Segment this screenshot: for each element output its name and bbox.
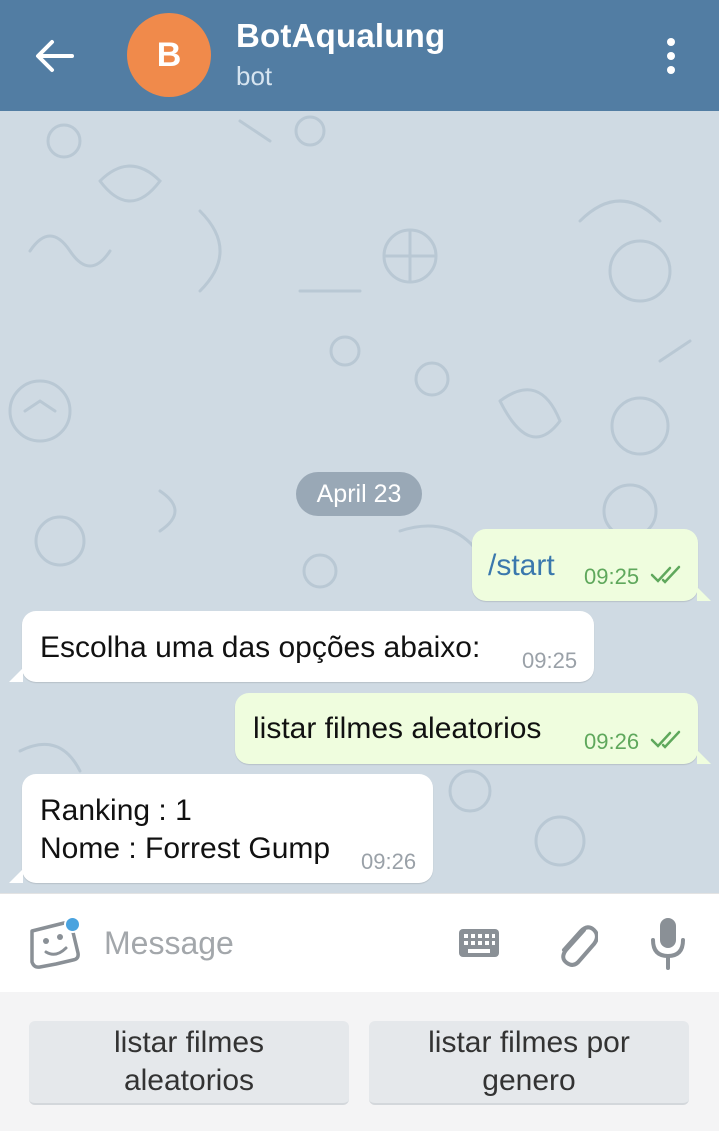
message-time: 09:25 xyxy=(584,564,640,589)
incoming-message[interactable]: Ranking : 1 Nome : Forrest Gump 09:26 xyxy=(22,774,433,883)
reply-button-line: listar filmes por xyxy=(428,1026,630,1059)
bubble-tail xyxy=(697,750,711,764)
chat-title[interactable]: BotAqualung xyxy=(236,17,445,55)
reply-button-random-movies[interactable]: listar filmes aleatorios xyxy=(29,1021,349,1105)
chat-header: B BotAqualung bot xyxy=(0,0,719,111)
bubble-tail xyxy=(9,668,23,682)
read-check-icon xyxy=(650,730,681,749)
reply-button-line: listar filmes xyxy=(113,1026,264,1059)
outgoing-message[interactable]: /start 09:25 xyxy=(472,529,698,601)
reply-keyboard: listar filmes aleatorios listar filmes p… xyxy=(0,992,719,1131)
attach-icon[interactable] xyxy=(550,916,598,968)
notification-dot xyxy=(64,916,81,933)
more-options-icon[interactable] xyxy=(656,36,686,76)
message-line: Ranking : 1 xyxy=(40,794,192,827)
message-time: 09:25 xyxy=(522,648,578,673)
message-time: 09:26 xyxy=(361,849,417,874)
message-text: Escolha uma das opções abaixo: xyxy=(40,631,481,664)
reply-button-line: genero xyxy=(482,1064,576,1097)
back-arrow-icon[interactable] xyxy=(32,36,76,76)
keyboard-icon[interactable] xyxy=(458,928,500,958)
avatar[interactable]: B xyxy=(127,13,211,97)
chat-subtitle: bot xyxy=(236,61,273,91)
reply-button-movies-by-genre[interactable]: listar filmes por genero xyxy=(369,1021,689,1105)
message-text: /start xyxy=(488,549,555,582)
mic-icon[interactable] xyxy=(648,916,688,970)
message-text: listar filmes aleatorios xyxy=(253,712,542,745)
message-line: Nome : Forrest Gump xyxy=(40,832,331,865)
message-composer: Message xyxy=(0,893,719,992)
bubble-tail xyxy=(697,587,711,601)
bubble-tail xyxy=(9,869,23,883)
date-separator: April 23 xyxy=(296,472,422,516)
message-list[interactable]: April 23 /start 09:25 Escolha uma das op… xyxy=(0,111,719,893)
incoming-message[interactable]: Escolha uma das opções abaixo: 09:25 xyxy=(22,611,594,682)
message-time: 09:26 xyxy=(584,729,640,754)
outgoing-message[interactable]: listar filmes aleatorios 09:26 xyxy=(235,693,698,764)
message-input[interactable]: Message xyxy=(104,925,234,962)
reply-button-line: aleatorios xyxy=(123,1064,255,1097)
read-check-icon xyxy=(650,565,681,584)
